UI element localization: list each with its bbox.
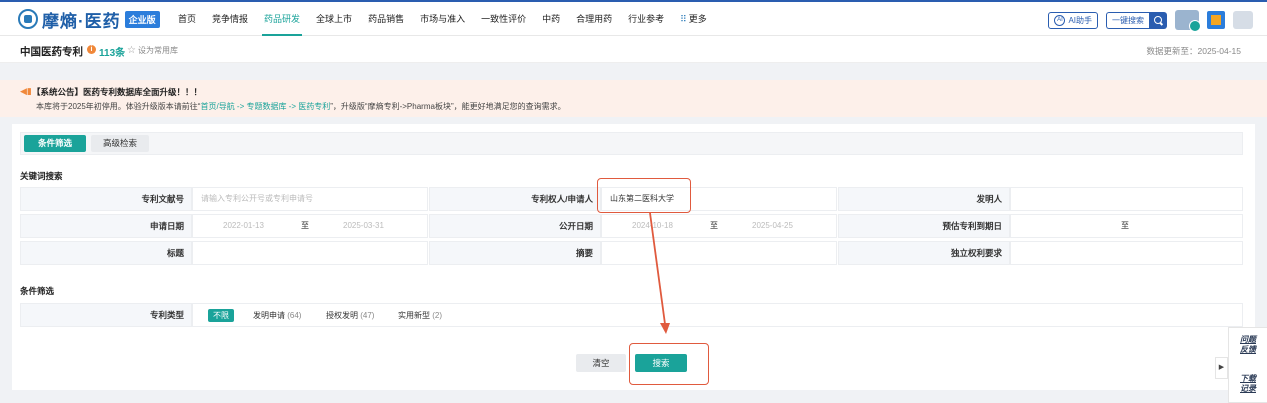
annotation-box-holder	[597, 178, 691, 213]
apply-date-start[interactable]: 2022-01-13	[223, 215, 264, 237]
expiry-label: 预估专利到期日	[838, 214, 1010, 238]
condition-section-title: 条件筛选	[20, 286, 55, 296]
nav-item-global-launch[interactable]: 全球上市	[308, 2, 360, 36]
notice-body: 本库将于2025年初停用。体验升级版本请前往“首页/导航 -> 专题数据库 ->…	[36, 101, 566, 112]
keyword-row-2: 申请日期 2022-01-13 至 2025-03-31 公开日期 2024-1…	[20, 214, 1243, 238]
logo-icon	[18, 9, 38, 29]
tab-advanced-search[interactable]: 高级检索	[91, 135, 149, 152]
avatar[interactable]	[1233, 11, 1253, 29]
option-count: (64)	[287, 311, 302, 320]
nav-item-tcm[interactable]: 中药	[534, 2, 568, 36]
side-float-panel: 问题反馈 下载记录	[1228, 327, 1267, 403]
patent-type-options: 不限 发明申请 (64) 授权发明 (47) 实用新型 (2)	[192, 303, 1243, 327]
ai-assistant-label: AI助手	[1068, 15, 1092, 25]
inventor-label: 发明人	[838, 187, 1010, 211]
publish-date-to: 至	[710, 221, 718, 230]
option-label: 实用新型	[398, 311, 430, 320]
abstract-input[interactable]	[601, 241, 837, 265]
patent-no-placeholder: 请输入专利公开号或专利申请号	[201, 194, 313, 203]
apply-date-to: 至	[301, 221, 309, 230]
patent-no-input[interactable]: 请输入专利公开号或专利申请号	[192, 187, 428, 211]
system-notice: ◀▮ 【系统公告】医药专利数据库全面升级！！！ 本库将于2025年初停用。体验升…	[0, 80, 1267, 117]
nav-item-home[interactable]: 首页	[170, 2, 204, 36]
set-favorite-label: 设为常用库	[137, 46, 178, 55]
nav-item-consistency-eval[interactable]: 一致性评价	[473, 2, 534, 36]
holder-label: 专利权人/申请人	[429, 187, 601, 211]
patent-type-option-all[interactable]: 不限	[208, 309, 234, 322]
download-records-link[interactable]: 下载记录	[1237, 374, 1259, 394]
vip-icon[interactable]	[1175, 10, 1201, 32]
patent-type-row: 专利类型 不限 发明申请 (64) 授权发明 (47) 实用新型 (2)	[20, 303, 1243, 327]
notice-body-prefix: 本库将于2025年初停用。体验升级版本请前往“	[36, 102, 201, 111]
publish-date-start[interactable]: 2024-10-18	[632, 215, 673, 237]
clear-button[interactable]: 清空	[576, 354, 626, 372]
tab-condition-filter[interactable]: 条件筛选	[24, 135, 86, 152]
option-label: 授权发明	[326, 311, 358, 320]
book-icon[interactable]	[1207, 11, 1225, 29]
option-count: (2)	[432, 311, 443, 320]
option-label: 发明申请	[253, 311, 285, 320]
nav-item-competitive-intel[interactable]: 竞争情报	[204, 2, 256, 36]
patent-no-label: 专利文献号	[20, 187, 192, 211]
ai-assistant-button[interactable]: AI AI助手	[1048, 11, 1098, 29]
patent-type-option-utility-model[interactable]: 实用新型 (2)	[398, 309, 442, 322]
set-favorite-link[interactable]: ☆ 设为常用库	[127, 45, 178, 56]
nav-item-industry-ref[interactable]: 行业参考	[620, 2, 672, 36]
nav-item-rational-use[interactable]: 合理用药	[568, 2, 620, 36]
publish-date-label: 公开日期	[429, 214, 601, 238]
nav-item-drug-rd[interactable]: 药品研发	[256, 2, 308, 36]
feedback-link[interactable]: 问题反馈	[1237, 335, 1259, 355]
header-tools: AI AI助手 一键搜索	[1048, 10, 1253, 32]
result-count: 113条	[99, 48, 126, 59]
search-icon	[1149, 11, 1167, 29]
nav-item-drug-sales[interactable]: 药品销售	[360, 2, 412, 36]
megaphone-icon: ◀▮	[20, 86, 32, 96]
abstract-label: 摘要	[429, 241, 601, 265]
logo[interactable]: 摩熵·医药 企业版	[18, 7, 160, 31]
top-navbar: 摩熵·医药 企业版 首页 竞争情报 药品研发 全球上市 药品销售 市场与准入 一…	[0, 0, 1267, 36]
star-icon: ☆	[127, 45, 136, 56]
apply-date-range[interactable]: 2022-01-13 至 2025-03-31	[192, 214, 428, 238]
title-label: 标题	[20, 241, 192, 265]
expiry-date-range[interactable]: 至	[1010, 214, 1243, 238]
apply-date-label: 申请日期	[20, 214, 192, 238]
search-panel: 条件筛选 高级检索 关键词搜索 专利文献号 请输入专利公开号或专利申请号 专利权…	[12, 124, 1255, 390]
annotation-box-search	[629, 343, 709, 385]
keyword-row-3: 标题 摘要 独立权利要求	[20, 241, 1243, 265]
notice-nav-path-link[interactable]: 首页/导航 -> 专题数据库 -> 医药专利	[200, 102, 330, 111]
notice-body-suffix: ”，升级版“摩熵专利->Pharma板块”，能更好地满足您的查询需求。	[330, 102, 566, 111]
expiry-date-to: 至	[1121, 221, 1129, 230]
page-title: 中国医药专利	[20, 46, 83, 58]
patent-type-option-granted-invention[interactable]: 授权发明 (47)	[326, 309, 374, 322]
publish-date-end[interactable]: 2025-04-25	[752, 215, 793, 237]
quick-search-label: 一键搜索	[1106, 11, 1149, 29]
search-mode-tabs: 条件筛选 高级检索	[20, 132, 1243, 155]
notice-title: 【系统公告】医药专利数据库全面升级！！！	[32, 87, 203, 97]
data-update-date: 数据更新至：2025-04-15	[1146, 46, 1241, 56]
ai-icon: AI	[1054, 14, 1066, 26]
quick-search-button[interactable]: 一键搜索	[1106, 11, 1167, 29]
independent-claim-label: 独立权利要求	[838, 241, 1010, 265]
page-header: 中国医药专利 i 113条 ☆ 设为常用库 数据更新至：2025-04-15	[0, 36, 1267, 63]
nav-more-label: 更多	[688, 14, 707, 24]
patent-type-option-invention-application[interactable]: 发明申请 (64)	[253, 309, 301, 322]
nav-item-market-access[interactable]: 市场与准入	[412, 2, 473, 36]
independent-claim-input[interactable]	[1010, 241, 1243, 265]
main-nav: 首页 竞争情报 药品研发 全球上市 药品销售 市场与准入 一致性评价 中药 合理…	[170, 2, 715, 36]
option-count: (47)	[360, 311, 375, 320]
patent-type-label: 专利类型	[20, 303, 192, 327]
edition-badge: 企业版	[124, 10, 160, 28]
apply-date-end[interactable]: 2025-03-31	[343, 215, 384, 237]
keyword-section-title: 关键词搜索	[20, 171, 63, 181]
title-input[interactable]	[192, 241, 428, 265]
inventor-input[interactable]	[1010, 187, 1243, 211]
nav-item-more[interactable]: ⠿ 更多	[672, 2, 715, 36]
grid-dots-icon: ⠿	[680, 14, 687, 24]
info-icon[interactable]: i	[87, 45, 96, 54]
publish-date-range[interactable]: 2024-10-18 至 2025-04-25	[601, 214, 837, 238]
side-toggle-button[interactable]: ▶	[1215, 357, 1228, 379]
logo-text: 摩熵·医药	[42, 11, 121, 31]
